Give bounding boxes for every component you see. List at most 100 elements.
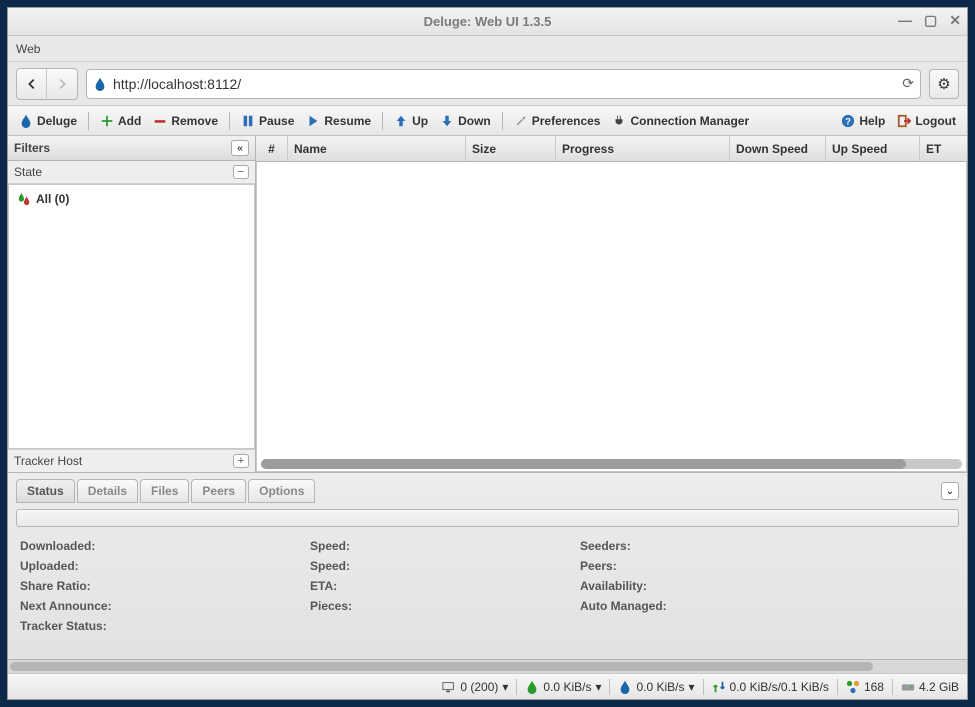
plug-icon bbox=[612, 114, 626, 128]
address-bar: ⟳ ⚙ bbox=[8, 62, 967, 106]
back-button[interactable] bbox=[17, 69, 47, 99]
tab-options[interactable]: Options bbox=[248, 479, 315, 503]
grid-body bbox=[256, 162, 967, 472]
col-down-speed[interactable]: Down Speed bbox=[730, 136, 826, 161]
up-button[interactable]: Up bbox=[389, 111, 433, 131]
progress-bar-empty bbox=[16, 509, 959, 527]
monitor-icon bbox=[442, 680, 456, 694]
col-up-speed[interactable]: Up Speed bbox=[826, 136, 920, 161]
pause-button[interactable]: Pause bbox=[236, 111, 299, 131]
filter-section-tracker[interactable]: Tracker Host + bbox=[8, 449, 255, 472]
details-panel: Status Details Files Peers Options ⌄ Dow… bbox=[8, 472, 967, 659]
tab-files[interactable]: Files bbox=[140, 479, 189, 503]
status-disk[interactable]: 4.2 GiB bbox=[901, 680, 959, 694]
down-button[interactable]: Down bbox=[435, 111, 496, 131]
torrent-grid: # Name Size Progress Down Speed Up Speed… bbox=[256, 136, 967, 472]
down-drop-icon bbox=[525, 680, 539, 694]
label-pieces: Pieces: bbox=[310, 599, 580, 613]
url-field-wrap: ⟳ bbox=[86, 69, 921, 99]
col-size[interactable]: Size bbox=[466, 136, 556, 161]
deluge-icon bbox=[93, 77, 107, 91]
label-active-time: Active Tim bbox=[880, 539, 959, 553]
horizontal-scrollbar[interactable] bbox=[261, 459, 962, 469]
status-protocol[interactable]: 0.0 KiB/s/0.1 KiB/s bbox=[712, 680, 829, 694]
window-controls: — ▢ ✕ bbox=[898, 12, 961, 29]
settings-button[interactable]: ⚙ bbox=[929, 69, 959, 99]
scrollbar-thumb[interactable] bbox=[261, 459, 906, 469]
filters-title: Filters bbox=[14, 141, 50, 155]
details-h-scrollbar[interactable] bbox=[8, 659, 967, 673]
status-bar: 0 (200) ▾ 0.0 KiB/s ▾ 0.0 KiB/s ▾ 0.0 Ki… bbox=[8, 673, 967, 699]
tabs-menu-button[interactable]: ⌄ bbox=[941, 482, 959, 500]
minus-icon bbox=[153, 114, 167, 128]
pause-icon bbox=[241, 114, 255, 128]
status-dht[interactable]: 168 bbox=[846, 680, 884, 694]
collapse-state-button[interactable]: − bbox=[233, 165, 249, 179]
help-button[interactable]: ? Help bbox=[836, 111, 890, 131]
filter-state-body: All (0) bbox=[8, 184, 255, 449]
status-connections[interactable]: 0 (200) ▾ bbox=[442, 680, 508, 694]
filter-all-label: All (0) bbox=[36, 192, 69, 206]
preferences-button[interactable]: Preferences bbox=[509, 111, 606, 131]
filter-item-all[interactable]: All (0) bbox=[13, 189, 250, 209]
close-button[interactable]: ✕ bbox=[949, 12, 961, 29]
tab-details[interactable]: Details bbox=[77, 479, 138, 503]
forward-button[interactable] bbox=[47, 69, 77, 99]
label-date-added: Date Adde bbox=[880, 599, 959, 613]
label-seeders: Seeders: bbox=[580, 539, 880, 553]
dht-icon bbox=[846, 680, 860, 694]
label-availability: Availability: bbox=[580, 579, 880, 593]
label-share-ratio: Share Ratio: bbox=[20, 579, 310, 593]
url-input[interactable] bbox=[113, 76, 896, 92]
label-next-announce: Next Announce: bbox=[20, 599, 310, 613]
tab-peers[interactable]: Peers bbox=[191, 479, 246, 503]
tab-status[interactable]: Status bbox=[16, 479, 75, 503]
scrollbar-thumb[interactable] bbox=[10, 662, 873, 671]
arrow-down-icon bbox=[440, 114, 454, 128]
deluge-drop-icon bbox=[19, 114, 33, 128]
dropdown-icon: ▾ bbox=[689, 680, 695, 694]
label-auto-managed: Auto Managed: bbox=[580, 599, 880, 613]
resume-button[interactable]: Resume bbox=[301, 111, 376, 131]
chevron-right-icon bbox=[55, 77, 69, 91]
separator bbox=[88, 112, 89, 130]
filter-section-state[interactable]: State − bbox=[8, 161, 255, 184]
traffic-icon bbox=[712, 680, 726, 694]
minimize-button[interactable]: — bbox=[898, 12, 912, 29]
label-eta: ETA: bbox=[310, 579, 580, 593]
menu-web[interactable]: Web bbox=[16, 42, 40, 56]
details-tabs: Status Details Files Peers Options ⌄ bbox=[16, 479, 959, 503]
status-up-rate[interactable]: 0.0 KiB/s ▾ bbox=[618, 680, 694, 694]
app-logo[interactable]: Deluge bbox=[14, 111, 82, 131]
col-progress[interactable]: Progress bbox=[556, 136, 730, 161]
chevron-left-double-icon: « bbox=[237, 143, 243, 154]
status-fields: Downloaded: Speed: Seeders: Active Tim U… bbox=[16, 533, 959, 653]
connection-manager-button[interactable]: Connection Manager bbox=[607, 111, 754, 131]
wrench-icon bbox=[514, 114, 528, 128]
dropdown-icon: ▾ bbox=[595, 680, 601, 694]
content-area: Filters « State − All (0) bbox=[8, 136, 967, 472]
logout-button[interactable]: Logout bbox=[892, 111, 961, 131]
col-name[interactable]: Name bbox=[288, 136, 466, 161]
add-button[interactable]: Add bbox=[95, 111, 146, 131]
col-number[interactable]: # bbox=[256, 136, 288, 161]
separator bbox=[229, 112, 230, 130]
maximize-button[interactable]: ▢ bbox=[924, 12, 937, 29]
remove-button[interactable]: Remove bbox=[148, 111, 223, 131]
menubar: Web bbox=[8, 36, 967, 62]
label-seed-rank: Seed Rank bbox=[880, 579, 959, 593]
gear-icon: ⚙ bbox=[937, 75, 950, 93]
plus-icon: + bbox=[238, 455, 244, 467]
app-label: Deluge bbox=[37, 114, 77, 128]
col-eta[interactable]: ET bbox=[920, 136, 967, 161]
arrow-up-icon bbox=[394, 114, 408, 128]
separator bbox=[502, 112, 503, 130]
svg-text:?: ? bbox=[845, 116, 851, 127]
filters-panel: Filters « State − All (0) bbox=[8, 136, 256, 472]
status-down-rate[interactable]: 0.0 KiB/s ▾ bbox=[525, 680, 601, 694]
expand-tracker-button[interactable]: + bbox=[233, 454, 249, 468]
reload-button[interactable]: ⟳ bbox=[902, 75, 914, 92]
toolbar: Deluge Add Remove Pause Resume Up Down bbox=[8, 106, 967, 136]
logout-icon bbox=[897, 114, 911, 128]
collapse-filters-button[interactable]: « bbox=[231, 140, 249, 156]
